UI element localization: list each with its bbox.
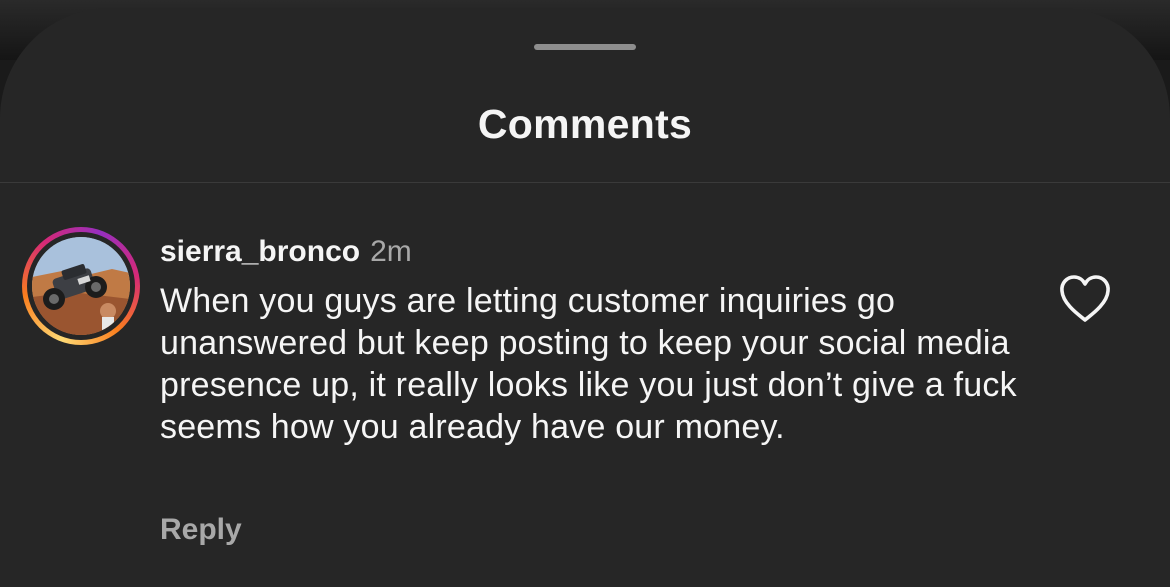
comments-sheet: Comments sierra_bronco 2m When you guys … [0,8,1170,587]
like-button[interactable] [1058,274,1112,324]
comment-body: When you guys are letting customer inqui… [160,282,1017,446]
story-ring[interactable] [22,227,140,345]
avatar-photo [32,237,130,335]
sheet-drag-handle[interactable] [534,44,636,50]
avatar[interactable] [32,237,130,335]
comment-username[interactable]: sierra_bronco [160,235,360,268]
header-divider [0,182,1170,183]
comment-timestamp: 2m [370,235,412,268]
reply-button[interactable]: Reply [160,508,242,552]
sheet-title: Comments [477,101,693,147]
heart-outline-icon [1060,275,1110,322]
comment-header: sierra_bronco 2m [160,230,412,274]
